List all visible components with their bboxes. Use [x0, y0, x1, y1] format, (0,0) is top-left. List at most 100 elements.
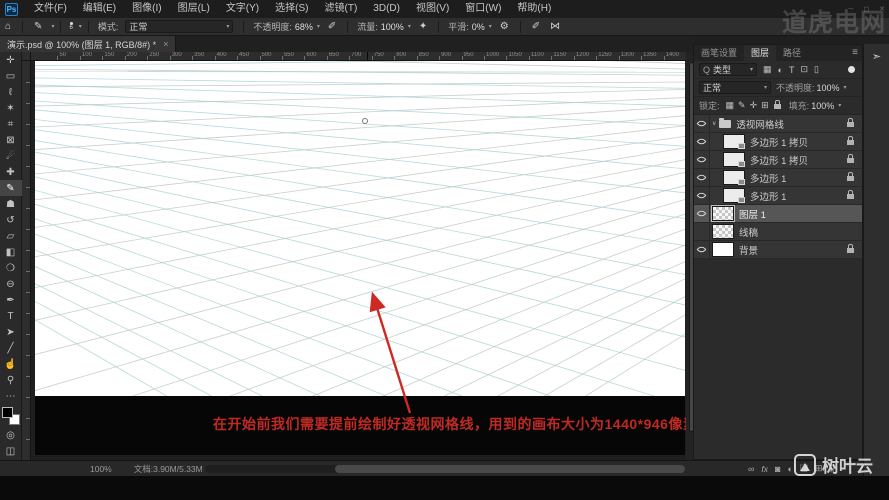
visibility-toggle[interactable] — [694, 169, 710, 186]
lock-position-icon[interactable]: ✛ — [750, 100, 758, 111]
layer-thumbnail[interactable] — [723, 188, 745, 203]
move-tool[interactable]: ✛ — [0, 52, 22, 68]
opacity-field[interactable]: 不透明度: 68% ▾ — [253, 20, 320, 33]
close-icon[interactable]: ✕ — [879, 5, 885, 13]
brush-preset-preview[interactable]: 6 — [69, 22, 73, 31]
menu-item[interactable]: 图层(L) — [170, 0, 218, 18]
layer-row[interactable]: ∨ 透视网格线 — [694, 115, 862, 133]
menu-item[interactable]: 选择(S) — [267, 0, 316, 18]
canvas[interactable]: 在开始前我们需要提前绘制好透视网格线，用到的画布大小为1440*946像素 — [35, 61, 697, 455]
menu-item[interactable]: 编辑(E) — [75, 0, 124, 18]
layer-effects-icon[interactable]: fx — [761, 464, 768, 474]
layer-row[interactable]: 线稿 — [694, 223, 862, 241]
filter-type-select[interactable]: Q 类型 ▾ — [699, 63, 757, 76]
layer-row[interactable]: 多边形 1 拷贝 — [694, 133, 862, 151]
layer-row[interactable]: 多边形 1 — [694, 187, 862, 205]
lasso-tool[interactable]: ℓ — [0, 84, 22, 100]
healing-brush-tool[interactable]: ✚ — [0, 164, 22, 180]
layer-row[interactable]: 多边形 1 — [694, 169, 862, 187]
pressure-size-icon[interactable]: ✐ — [527, 21, 545, 32]
layer-thumbnail[interactable] — [723, 152, 745, 167]
flow-field[interactable]: 流量: 100% ▾ — [357, 20, 411, 33]
collapsed-panel-icon[interactable]: ➣ — [872, 50, 881, 476]
new-layer-icon[interactable]: ⊞ — [815, 463, 823, 474]
zoom-tool[interactable]: ⚲ — [0, 372, 22, 388]
layer-thumbnail[interactable] — [712, 224, 734, 239]
adjustment-filter-icon[interactable]: ◐ — [778, 65, 783, 75]
panel-tab-路径[interactable]: 路径 — [776, 45, 808, 61]
fill-value[interactable]: 100% — [811, 101, 834, 111]
layer-thumbnail[interactable] — [712, 242, 734, 257]
home-icon[interactable]: ⌂ — [0, 21, 16, 32]
maximize-icon[interactable]: ◻ — [863, 5, 869, 13]
close-icon[interactable]: × — [163, 39, 168, 49]
menu-item[interactable]: 文件(F) — [26, 0, 75, 18]
type-filter-icon[interactable]: T — [789, 65, 795, 75]
blur-tool[interactable]: ❍ — [0, 260, 22, 276]
group-expand-caret-icon[interactable]: ∨ — [712, 120, 716, 127]
layer-thumbnail[interactable] — [723, 170, 745, 185]
menu-item[interactable]: 滤镜(T) — [317, 0, 366, 18]
pressure-opacity-icon[interactable]: ✐ — [323, 21, 341, 32]
marquee-tool[interactable]: ▭ — [0, 68, 22, 84]
quick-mask-icon[interactable]: ◎ — [0, 427, 22, 443]
visibility-toggle[interactable] — [694, 133, 710, 150]
smoothing-field[interactable]: 平滑: 0% ▾ — [448, 20, 492, 33]
ruler-corner[interactable] — [22, 52, 31, 61]
tool-preset-brush-icon[interactable]: ✎ — [29, 21, 47, 32]
magic-wand-tool[interactable]: ✶ — [0, 100, 22, 116]
panel-tab-图层[interactable]: 图层 — [744, 45, 777, 61]
color-swatches[interactable] — [1, 407, 20, 425]
menu-item[interactable]: 视图(V) — [408, 0, 457, 18]
lock-pixels-icon[interactable]: ✎ — [738, 100, 746, 111]
menu-item[interactable]: 文字(Y) — [218, 0, 267, 18]
menu-item[interactable]: 图像(I) — [124, 0, 169, 18]
history-brush-tool[interactable]: ↺ — [0, 212, 22, 228]
pen-tool[interactable]: ✒ — [0, 292, 22, 308]
panel-menu-icon[interactable]: ≡ — [852, 47, 858, 58]
dodge-tool[interactable]: ⊖ — [0, 276, 22, 292]
smart-object-filter-icon[interactable]: ▯ — [814, 64, 819, 75]
vertical-ruler[interactable] — [22, 61, 31, 460]
layer-group-icon[interactable]: ❏ — [800, 463, 808, 474]
visibility-toggle[interactable] — [694, 241, 710, 258]
menu-item[interactable]: 帮助(H) — [509, 0, 559, 18]
visibility-toggle[interactable] — [694, 151, 710, 168]
path-select-tool[interactable]: ➤ — [0, 324, 22, 340]
horizontal-ruler[interactable]: 50 100 150 200 250 300 350 400 450 500 550 600 650 70… — [31, 52, 686, 61]
layer-blend-mode-select[interactable]: 正常 ▾ — [699, 81, 771, 94]
horizontal-scrollbar[interactable] — [205, 465, 685, 473]
crop-tool[interactable]: ⌗ — [0, 116, 22, 132]
layer-thumbnail[interactable] — [711, 205, 735, 222]
vertical-scrollbar[interactable] — [686, 52, 694, 460]
screen-mode-icon[interactable]: ◫ — [0, 443, 22, 459]
document-tab[interactable]: 演示.psd @ 100% (图层 1, RGB/8#) * × — [0, 36, 177, 52]
pixel-filter-icon[interactable]: ▦ — [763, 64, 772, 75]
gradient-tool[interactable]: ◧ — [0, 244, 22, 260]
adjustment-layer-icon[interactable]: ◐ — [787, 464, 792, 474]
layer-opacity-value[interactable]: 100% — [817, 83, 840, 93]
foreground-color-swatch[interactable] — [1, 407, 13, 418]
filter-toggle-icon[interactable] — [848, 66, 855, 73]
brush-tool[interactable]: ✎ — [0, 180, 22, 196]
panel-tab-画笔设置[interactable]: 画笔设置 — [694, 45, 744, 61]
hand-tool[interactable]: ☝ — [0, 356, 22, 372]
clone-stamp-tool[interactable]: ☗ — [0, 196, 22, 212]
visibility-toggle[interactable] — [694, 223, 710, 240]
delete-layer-icon[interactable]: ▯ — [830, 463, 835, 474]
more-tools[interactable]: ⋯ — [0, 388, 22, 404]
layer-thumbnail[interactable] — [723, 134, 745, 149]
layer-row[interactable]: 背景 — [694, 241, 862, 259]
zoom-level-field[interactable]: 100% — [90, 464, 112, 474]
lock-transparent-icon[interactable]: ▦ — [726, 100, 735, 111]
layer-mask-icon[interactable]: ◙ — [775, 464, 780, 474]
airbrush-icon[interactable]: ✦ — [414, 21, 432, 32]
shape-tool[interactable]: ╱ — [0, 340, 22, 356]
lock-artboard-icon[interactable]: ⊞ — [761, 100, 769, 111]
link-layers-icon[interactable]: ∞ — [748, 464, 754, 474]
minimize-icon[interactable]: ─ — [848, 6, 853, 13]
photoshop-logo[interactable]: Ps — [5, 2, 18, 16]
menu-item[interactable]: 3D(D) — [365, 0, 408, 18]
horizontal-scrollbar-thumb[interactable] — [335, 465, 685, 473]
eyedropper-tool[interactable]: ☄ — [0, 148, 22, 164]
